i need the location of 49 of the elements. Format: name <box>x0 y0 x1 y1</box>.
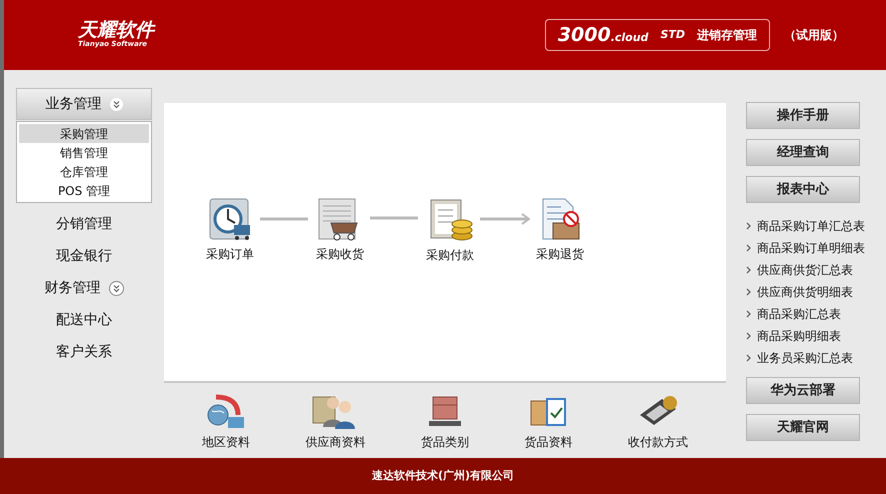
workflow-step[interactable]: 采购退货 <box>530 197 590 263</box>
workflow-step[interactable]: 采购收货 <box>310 197 370 263</box>
nav-item[interactable]: 配送中心 <box>16 304 152 336</box>
nav-item[interactable]: 客户关系 <box>16 336 152 368</box>
product-number: 3000.cloud <box>558 22 648 48</box>
shortcut-button[interactable]: 收付款方式 <box>628 393 688 451</box>
chevron-right-icon <box>746 354 751 362</box>
report-link[interactable]: 商品采购明细表 <box>746 325 876 347</box>
chevron-right-icon <box>746 310 751 318</box>
side-button[interactable]: 经理查询 <box>746 139 860 166</box>
submenu-item[interactable]: 采购管理 <box>19 124 149 143</box>
logo-text: 天耀软件 <box>78 21 154 40</box>
nav-item[interactable]: 分销管理 <box>16 208 152 240</box>
submenu-item[interactable]: POS 管理 <box>19 181 149 200</box>
chevron-down-icon <box>110 98 122 110</box>
chevron-right-icon <box>746 288 751 296</box>
chevron-down-icon <box>108 280 124 296</box>
shortcut-button[interactable]: 货品类别 <box>420 393 469 451</box>
report-link[interactable]: 供应商供货汇总表 <box>746 259 876 281</box>
clock-cart-icon <box>208 197 252 241</box>
workflow-step[interactable]: 采购订单 <box>200 197 260 263</box>
chevron-right-icon <box>746 266 751 274</box>
submenu-item[interactable]: 销售管理 <box>19 143 149 162</box>
chevron-right-icon <box>746 332 751 340</box>
shortcut-button[interactable]: 供应商资料 <box>305 393 366 451</box>
report-link[interactable]: 商品采购汇总表 <box>746 303 876 325</box>
arrow-connector <box>480 213 530 225</box>
product-edition: STD <box>660 26 685 43</box>
submenu-item[interactable]: 仓库管理 <box>19 162 149 181</box>
workflow-step[interactable]: 采购付款 <box>420 196 480 264</box>
report-link[interactable]: 业务员采购汇总表 <box>746 347 876 369</box>
shortcut-button[interactable]: 地区资料 <box>202 393 250 451</box>
report-link[interactable]: 供应商供货明细表 <box>746 281 876 303</box>
nav-item[interactable]: 现金银行 <box>16 240 152 272</box>
side-button[interactable]: 操作手册 <box>746 102 860 129</box>
trial-label: （试用版） <box>784 27 844 44</box>
globe-arrow-icon <box>206 393 246 429</box>
shortcut-button[interactable]: 货品资料 <box>524 393 573 451</box>
side-button[interactable]: 天耀官网 <box>746 414 860 441</box>
nav-group-header[interactable]: 业务管理 <box>16 88 152 120</box>
side-button[interactable]: 华为云部署 <box>746 377 860 404</box>
chevron-right-icon <box>746 222 751 230</box>
product-name: 进销存管理 <box>697 27 757 44</box>
footer-company: 速达软件技术(广州)有限公司 <box>372 468 514 484</box>
chevron-right-icon <box>746 244 751 252</box>
nav-item[interactable]: 财务管理 <box>16 272 152 304</box>
report-link[interactable]: 商品采购订单明细表 <box>746 237 876 259</box>
report-link[interactable]: 商品采购订单汇总表 <box>746 215 876 237</box>
side-button[interactable]: 报表中心 <box>746 176 860 203</box>
